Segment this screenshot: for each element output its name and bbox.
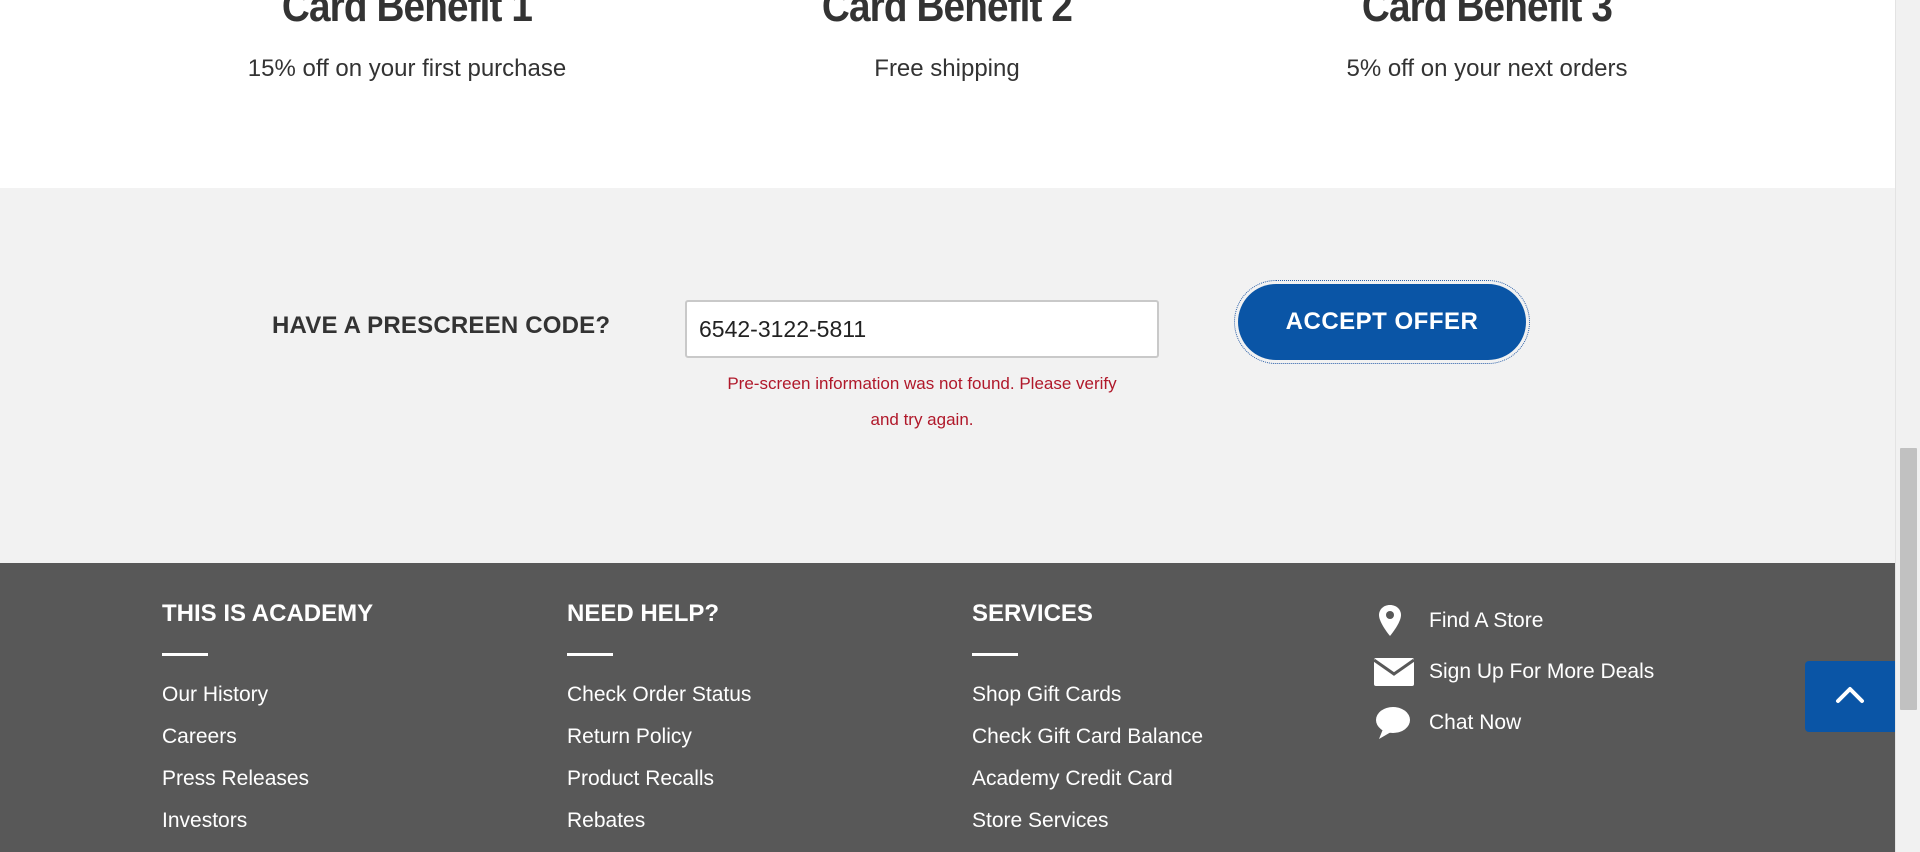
accept-offer-button[interactable]: ACCEPT OFFER	[1238, 284, 1526, 360]
contact-label: Find A Store	[1429, 608, 1544, 632]
footer-link-return-policy[interactable]: Return Policy	[567, 716, 751, 758]
error-line: Pre-screen information was not found. Pl…	[727, 374, 1117, 393]
footer-contact-list: Find A Store Sign Up For More Deals Chat…	[1373, 595, 1654, 748]
footer-link-store-services[interactable]: Store Services	[972, 800, 1203, 842]
scrollbar-thumb[interactable]	[1900, 448, 1917, 710]
find-a-store-link[interactable]: Find A Store	[1373, 595, 1654, 646]
benefit-title: Card Benefit 3	[1361, 0, 1613, 31]
footer-heading-divider	[567, 653, 613, 656]
page-scrollbar[interactable]	[1895, 0, 1920, 852]
contact-label: Chat Now	[1429, 710, 1522, 734]
footer-link-press-releases[interactable]: Press Releases	[162, 758, 373, 800]
footer-heading: THIS IS ACADEMY	[162, 600, 374, 627]
footer-column-academy: THIS IS ACADEMY Our History Careers Pres…	[162, 599, 373, 842]
footer-link-our-history[interactable]: Our History	[162, 674, 373, 716]
site-footer: THIS IS ACADEMY Our History Careers Pres…	[0, 563, 1895, 852]
envelope-icon	[1373, 654, 1417, 690]
footer-link-check-gift-card-balance[interactable]: Check Gift Card Balance	[972, 716, 1203, 758]
footer-link-academy-credit-card[interactable]: Academy Credit Card	[972, 758, 1203, 800]
benefit-title: Card Benefit 2	[821, 0, 1073, 31]
footer-heading-divider	[972, 653, 1018, 656]
sign-up-deals-link[interactable]: Sign Up For More Deals	[1373, 646, 1654, 697]
benefit-description: 5% off on your next orders	[1346, 55, 1628, 82]
contact-label: Sign Up For More Deals	[1429, 659, 1655, 683]
accept-offer-focus-ring: ACCEPT OFFER	[1234, 280, 1530, 364]
card-benefits-section: Card Benefit 1 15% off on your first pur…	[0, 0, 1895, 188]
footer-link-rebates[interactable]: Rebates	[567, 800, 751, 842]
benefit-description: Free shipping	[874, 55, 1020, 82]
prescreen-error-message: Pre-screen information was not found. Pl…	[685, 366, 1159, 438]
map-pin-icon	[1373, 603, 1417, 639]
footer-heading: SERVICES	[972, 600, 1093, 627]
prescreen-section: HAVE A PRESCREEN CODE? Pre-screen inform…	[0, 188, 1895, 563]
footer-link-check-order-status[interactable]: Check Order Status	[567, 674, 751, 716]
back-to-top-button[interactable]	[1805, 661, 1895, 732]
error-line: and try again.	[870, 410, 974, 429]
footer-link-investors[interactable]: Investors	[162, 800, 373, 842]
footer-column-need-help: NEED HELP? Check Order Status Return Pol…	[567, 599, 751, 842]
footer-heading: NEED HELP?	[567, 600, 720, 627]
footer-column-services: SERVICES Shop Gift Cards Check Gift Card…	[972, 599, 1203, 842]
footer-heading-divider	[162, 653, 208, 656]
prescreen-label: HAVE A PRESCREEN CODE?	[272, 312, 611, 339]
footer-link-product-recalls[interactable]: Product Recalls	[567, 758, 751, 800]
chevron-up-icon	[1835, 684, 1865, 709]
benefit-title: Card Benefit 1	[281, 0, 533, 31]
footer-link-careers[interactable]: Careers	[162, 716, 373, 758]
chat-now-link[interactable]: Chat Now	[1373, 697, 1654, 748]
benefit-description: 15% off on your first purchase	[247, 55, 567, 82]
footer-link-shop-gift-cards[interactable]: Shop Gift Cards	[972, 674, 1203, 716]
page: Card Benefit 1 15% off on your first pur…	[0, 0, 1920, 852]
prescreen-code-input[interactable]	[685, 300, 1159, 358]
chat-bubble-icon	[1373, 705, 1417, 741]
